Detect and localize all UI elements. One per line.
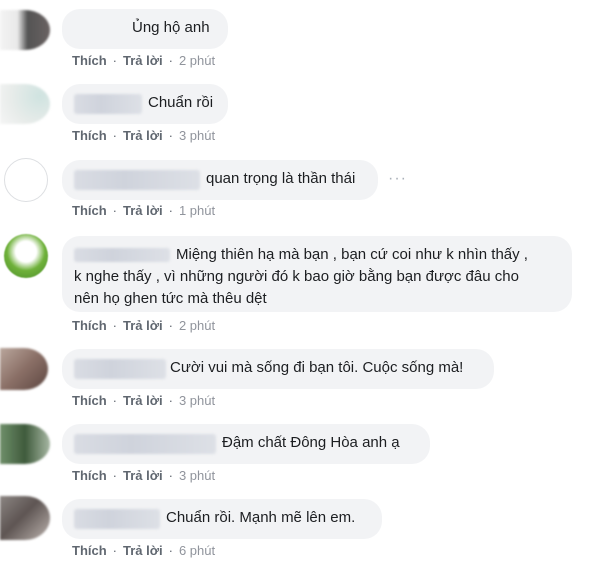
reply-button[interactable]: Trả lời: [123, 53, 163, 68]
comment-text: Chuẩn rồi. Mạnh mẽ lên em.: [166, 509, 356, 526]
comment-time[interactable]: 3 phút: [179, 468, 215, 483]
comment-time[interactable]: 2 phút: [179, 318, 215, 333]
separator-dot: ·: [112, 543, 118, 558]
reply-button[interactable]: Trả lời: [123, 128, 163, 143]
separator-dot: ·: [168, 393, 173, 408]
comment-bubble: Đậm chất Đông Hòa anh ạ: [62, 424, 430, 464]
avatar[interactable]: [0, 424, 50, 464]
commenter-name-blurred[interactable]: [74, 248, 170, 263]
comment-time[interactable]: 1 phút: [179, 203, 215, 218]
avatar[interactable]: [0, 84, 50, 124]
separator-dot: ·: [112, 393, 118, 408]
separator-dot: ·: [168, 468, 173, 483]
like-button[interactable]: Thích: [72, 128, 107, 143]
commenter-name-blurred[interactable]: [74, 359, 166, 379]
comment-bubble: Miệng thiên hạ mà bạn , bạn cứ coi như k…: [62, 236, 572, 312]
separator-dot: ·: [168, 318, 173, 333]
separator-dot: ·: [168, 203, 173, 218]
comment-text: Đậm chất Đông Hòa anh ạ: [222, 434, 400, 451]
comment-text-line: nên họ ghen tức mà thêu dệt: [74, 290, 267, 307]
avatar[interactable]: [4, 234, 48, 278]
separator-dot: ·: [168, 128, 173, 143]
comment-time[interactable]: 3 phút: [179, 393, 215, 408]
separator-dot: ·: [112, 128, 118, 143]
comment-text: Chuẩn rồi: [148, 94, 214, 111]
like-button[interactable]: Thích: [72, 468, 107, 483]
avatar[interactable]: [0, 10, 50, 50]
separator-dot: ·: [168, 543, 173, 558]
like-button[interactable]: Thích: [72, 543, 107, 558]
reply-button[interactable]: Trả lời: [123, 543, 163, 558]
comment-text-line: k nghe thấy , vì những người đó k bao gi…: [74, 268, 519, 285]
comment-bubble: Cười vui mà sống đi bạn tôi. Cuộc sống m…: [62, 349, 494, 389]
reply-button[interactable]: Trả lời: [123, 393, 163, 408]
comment-time[interactable]: 6 phút: [179, 543, 215, 558]
commenter-name-blurred[interactable]: [74, 94, 142, 114]
comment-text: Ủng hộ anh: [132, 19, 210, 36]
separator-dot: ·: [112, 468, 118, 483]
comment-text: quan trọng là thần thái: [206, 170, 356, 187]
like-button[interactable]: Thích: [72, 393, 107, 408]
commenter-name-blurred[interactable]: [74, 509, 160, 529]
commenter-name-blurred[interactable]: [74, 434, 216, 454]
reply-button[interactable]: Trả lời: [123, 468, 163, 483]
comment-bubble: Chuẩn rồi. Mạnh mẽ lên em.: [62, 499, 382, 539]
reply-button[interactable]: Trả lời: [123, 203, 163, 218]
comment-bubble: Ủng hộ anh: [62, 9, 228, 49]
like-button[interactable]: Thích: [72, 318, 107, 333]
separator-dot: ·: [168, 53, 173, 68]
avatar[interactable]: [0, 496, 50, 540]
more-options-icon[interactable]: ···: [388, 170, 407, 188]
separator-dot: ·: [112, 318, 118, 333]
like-button[interactable]: Thích: [72, 53, 107, 68]
like-button[interactable]: Thích: [72, 203, 107, 218]
commenter-name-blurred[interactable]: [74, 170, 200, 190]
reply-button[interactable]: Trả lời: [123, 318, 163, 333]
comment-time[interactable]: 2 phút: [179, 53, 215, 68]
separator-dot: ·: [112, 53, 118, 68]
comment-time[interactable]: 3 phút: [179, 128, 215, 143]
comment-text-line: Miệng thiên hạ mà bạn , bạn cứ coi như k…: [176, 246, 528, 263]
commenter-name-blurred[interactable]: [70, 19, 128, 37]
comment-text: Cười vui mà sống đi bạn tôi. Cuộc sống m…: [170, 359, 464, 376]
comment-bubble: Chuẩn rồi: [62, 84, 228, 124]
comment-bubble: quan trọng là thần thái: [62, 160, 378, 200]
avatar[interactable]: [0, 348, 48, 390]
avatar[interactable]: [4, 158, 48, 202]
separator-dot: ·: [112, 203, 118, 218]
